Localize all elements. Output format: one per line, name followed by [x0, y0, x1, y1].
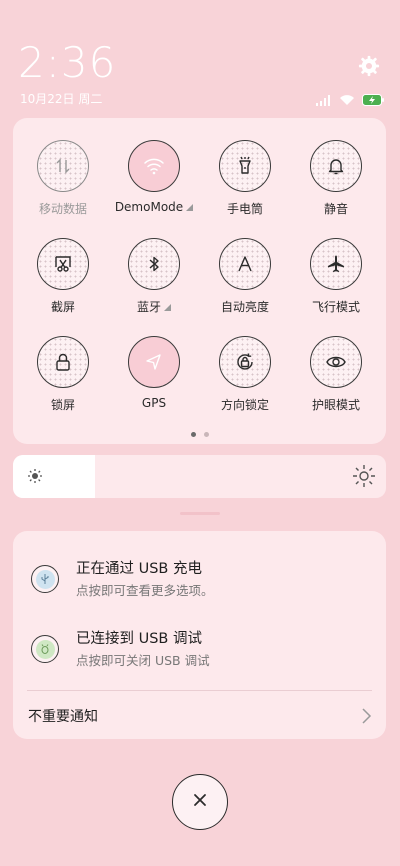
tile-label: 手电筒 [226, 202, 263, 216]
brightness-fill[interactable] [13, 455, 95, 498]
page-dot-2[interactable] [203, 432, 209, 437]
system-icons [316, 91, 384, 110]
debug-icon [35, 639, 55, 659]
tile-label: DemoMode [114, 200, 184, 214]
tile-label: 锁屏 [50, 398, 75, 412]
tile-auto-brightness[interactable]: 自动亮度 [199, 238, 291, 328]
tile-label: 蓝牙 [136, 300, 161, 314]
unimportant-notifications-link[interactable]: 不重要通知 [28, 706, 98, 726]
tile-label: 飞行模式 [311, 300, 360, 314]
notification-icon [31, 635, 59, 663]
tile-eye-comfort[interactable]: 护眼模式 [290, 336, 382, 426]
notification-title: 已连接到 USB 调试 [76, 631, 202, 647]
airplane-icon[interactable] [310, 238, 362, 290]
tile-demomode[interactable]: DemoMode [108, 140, 200, 230]
tile-gps[interactable]: GPS [108, 336, 200, 426]
auto-brightness-icon[interactable] [219, 238, 271, 290]
status-bar: 2:36 10月22日 周二 [0, 0, 400, 112]
divider [27, 690, 372, 691]
clock: 2:36 [18, 38, 117, 87]
tile-airplane[interactable]: 飞行模式 [290, 238, 382, 328]
notification-usb-charging[interactable]: 正在通过 USB 充电 点按即可查看更多选项。 [13, 557, 386, 609]
location-icon[interactable] [128, 336, 180, 388]
tile-label: 静音 [323, 202, 348, 216]
tile-lock-screen[interactable]: 锁屏 [17, 336, 109, 426]
chevron-right-icon[interactable] [360, 707, 372, 729]
tile-screenshot[interactable]: 截屏 [17, 238, 109, 328]
page-dot-1[interactable] [190, 432, 196, 437]
notification-panel: 正在通过 USB 充电 点按即可查看更多选项。 已连接到 USB 调试 点按即可… [13, 531, 386, 739]
eye-icon[interactable] [310, 336, 362, 388]
notification-usb-debugging[interactable]: 已连接到 USB 调试 点按即可关闭 USB 调试 [13, 627, 386, 679]
notification-icon [31, 565, 59, 593]
tile-silent[interactable]: 静音 [290, 140, 382, 230]
notification-title: 正在通过 USB 充电 [76, 561, 202, 577]
tile-bluetooth[interactable]: 蓝牙 [108, 238, 200, 328]
tile-label: 方向锁定 [220, 398, 269, 412]
notification-subtitle: 点按即可查看更多选项。 [76, 583, 214, 598]
brightness-high-icon [352, 464, 376, 492]
flashlight-icon[interactable] [219, 140, 271, 192]
signal-icon [316, 91, 332, 110]
tile-flashlight[interactable]: 手电筒 [199, 140, 291, 230]
clear-all-button[interactable] [172, 774, 228, 830]
mobile-data-icon[interactable] [37, 140, 89, 192]
rotation-lock-icon[interactable] [219, 336, 271, 388]
expand-indicator-icon [164, 304, 171, 311]
notification-subtitle: 点按即可关闭 USB 调试 [76, 653, 210, 668]
wifi-icon[interactable] [128, 140, 180, 192]
tile-rotation-lock[interactable]: 方向锁定 [199, 336, 291, 426]
lock-icon[interactable] [37, 336, 89, 388]
tile-label: 护眼模式 [311, 398, 360, 412]
page-indicator [13, 432, 386, 437]
drag-handle[interactable] [180, 512, 220, 515]
tile-label: 自动亮度 [220, 300, 269, 314]
close-icon [192, 792, 208, 812]
bell-icon[interactable] [310, 140, 362, 192]
date[interactable]: 10月22日 周二 [20, 90, 102, 107]
tile-mobile-data[interactable]: 移动数据 [17, 140, 109, 230]
wifi-status-icon [339, 91, 355, 110]
battery-icon [362, 91, 384, 110]
tile-label: 移动数据 [38, 202, 87, 216]
bluetooth-icon[interactable] [128, 238, 180, 290]
screenshot-icon[interactable] [37, 238, 89, 290]
tile-label: 截屏 [50, 300, 75, 314]
quick-settings-panel: 移动数据 DemoMode 手电筒 静音 截屏 蓝牙 自动亮度 飞行模式 锁屏 … [13, 118, 386, 444]
brightness-low-icon [27, 468, 43, 488]
gear-icon[interactable] [358, 55, 380, 77]
expand-indicator-icon [186, 204, 194, 211]
usb-icon [35, 569, 55, 589]
brightness-slider[interactable] [13, 455, 386, 498]
tile-label: GPS [141, 396, 167, 410]
